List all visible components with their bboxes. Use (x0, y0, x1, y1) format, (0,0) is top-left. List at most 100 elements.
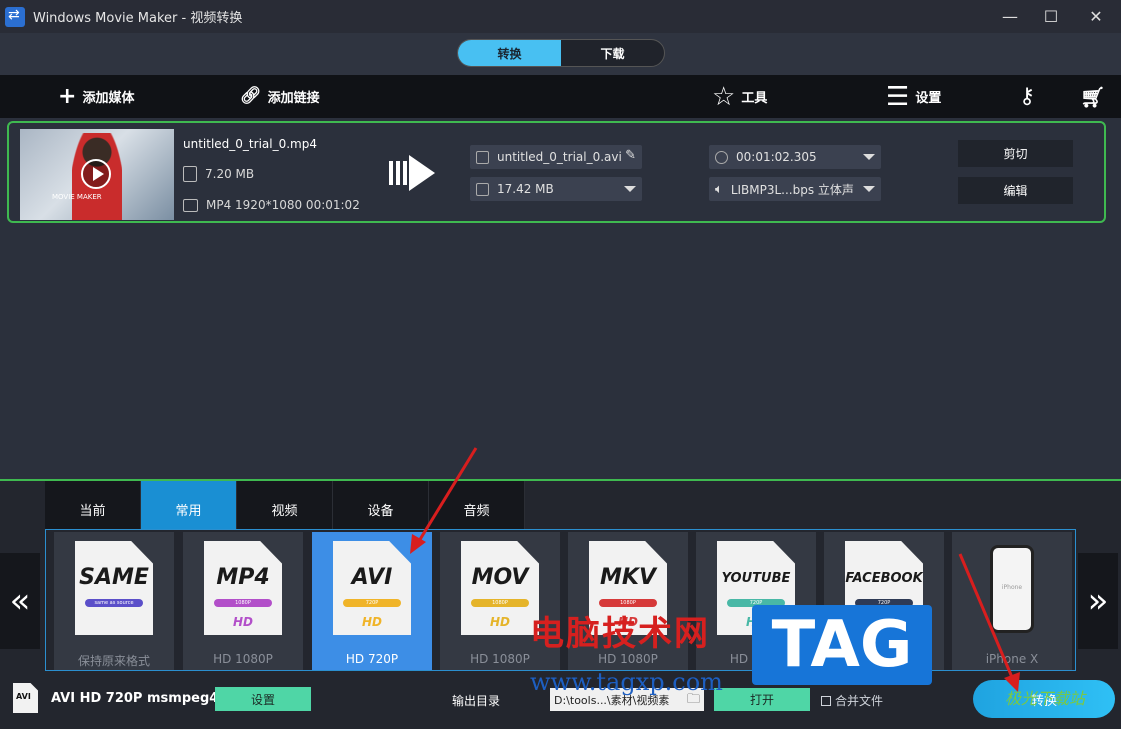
format-file-icon: AVI (13, 683, 38, 713)
settings-button[interactable]: ☰ 设置 (886, 75, 941, 118)
add-link-label: 添加链接 (267, 91, 320, 106)
scroll-left-button[interactable]: « (0, 553, 40, 649)
format-badge: 1080P (214, 599, 272, 607)
format-badge-text: 1080P (235, 600, 251, 606)
settings-label: 设置 (915, 91, 942, 106)
tools-button[interactable]: ☆ 工具 (712, 75, 767, 118)
source-info: MP4 1920*1080 00:01:02 (183, 198, 360, 212)
format-settings-button[interactable]: 设置 (215, 687, 311, 711)
format-name: SAME (79, 565, 149, 590)
format-badge: 720P (343, 599, 401, 607)
minimize-button[interactable]: — (987, 0, 1033, 33)
source-info-value: MP4 1920*1080 00:01:02 (206, 198, 360, 212)
merge-files-checkbox[interactable]: 合并文件 (821, 692, 883, 709)
scroll-right-button[interactable]: » (1078, 553, 1118, 649)
format-badge-text: same as source (94, 600, 134, 606)
format-badge: 1080P (471, 599, 529, 607)
audio-dropdown[interactable]: 🔈︎ LIBMP3L...bps 立体声 (709, 177, 881, 201)
tab-download[interactable]: 下载 (561, 40, 664, 66)
format-label: HD 1080P (213, 652, 273, 666)
format-label: 保持原来格式 (77, 654, 150, 668)
pencil-icon[interactable]: ✎ (625, 148, 636, 163)
format-name: AVI (351, 565, 393, 590)
chevron-down-icon (624, 186, 636, 192)
format-badge-text: 720P (365, 600, 379, 606)
format-name: MOV (471, 565, 529, 590)
clock-icon (715, 150, 728, 164)
output-dir-label: 输出目录 (452, 694, 501, 708)
tab-current[interactable]: 当前 (45, 481, 141, 529)
output-size-dropdown[interactable]: 17.42 MB (470, 177, 642, 201)
window-title: Windows Movie Maker - 视频转换 (33, 11, 243, 26)
film-icon (183, 198, 198, 212)
maximize-button[interactable]: ☐ (1028, 0, 1074, 33)
duration-value: 00:01:02.305 (736, 150, 817, 164)
cart-icon: 🛒︎ (1080, 84, 1106, 109)
title-bar: Windows Movie Maker - 视频转换 — ☐ ✕ (0, 0, 1121, 33)
cart-button[interactable]: 🛒︎ (1080, 75, 1111, 118)
format-hd-label: HD (489, 615, 510, 629)
add-link-button[interactable]: 🔗︎ 添加链接 (240, 75, 320, 118)
iphone-text: iPhone (1001, 584, 1023, 591)
open-folder-button[interactable]: 打开 (714, 688, 810, 711)
format-label: HD 720P (345, 652, 399, 666)
add-media-button[interactable]: + 添加媒体 (58, 75, 134, 118)
tab-device[interactable]: 设备 (333, 481, 429, 529)
format-name: YOUTUBE (721, 571, 791, 586)
format-badge: same as source (85, 599, 143, 607)
tab-convert[interactable]: 转换 (458, 40, 561, 66)
watermark-url: www.tagxp.com (530, 668, 723, 696)
speaker-icon: 🔈︎ (715, 181, 723, 197)
source-size: 7.20 MB (183, 166, 254, 182)
format-file-icon: MOV 1080P HD (461, 541, 539, 635)
checkbox-icon[interactable] (821, 695, 831, 706)
link-icon: 🔗︎ (240, 86, 262, 106)
play-icon[interactable] (81, 159, 111, 189)
format-tile[interactable]: iPhone iPhone X (952, 532, 1072, 670)
source-filename: untitled_0_trial_0.mp4 (183, 137, 317, 151)
format-icon-text: AVI (16, 692, 31, 701)
close-button[interactable]: ✕ (1073, 0, 1119, 33)
file-icon (183, 166, 197, 182)
thumbnail-caption: MOVIE MAKER (52, 193, 102, 201)
format-name: MKV (600, 565, 656, 590)
key-icon: ⚷ (1019, 83, 1036, 109)
tab-common[interactable]: 常用 (141, 481, 237, 529)
format-tile[interactable]: SAME same as source 保持原来格式 (54, 532, 174, 670)
toolbar: + 添加媒体 🔗︎ 添加链接 ☆ 工具 ☰ 设置 ⚷ 🛒︎ (0, 75, 1121, 118)
format-tile[interactable]: MP4 1080P HD HD 1080P (183, 532, 303, 670)
film-icon (476, 150, 489, 164)
file-item[interactable]: MOVIE MAKER untitled_0_trial_0.mp4 7.20 … (7, 121, 1106, 223)
output-filename-field[interactable]: untitled_0_trial_0.avi ✎ (470, 145, 642, 169)
star-icon: ☆ (712, 81, 736, 112)
duration-dropdown[interactable]: 00:01:02.305 (709, 145, 881, 169)
video-thumbnail[interactable]: MOVIE MAKER (20, 129, 174, 220)
format-name: MP4 (216, 565, 270, 590)
source-size-value: 7.20 MB (205, 167, 255, 181)
chevron-down-icon (863, 154, 875, 160)
file-list-area: MOVIE MAKER untitled_0_trial_0.mp4 7.20 … (0, 118, 1121, 479)
output-filename: untitled_0_trial_0.avi (497, 150, 622, 164)
mode-bar: 转换 下载 (0, 33, 1121, 75)
file-icon (476, 182, 489, 196)
tab-video[interactable]: 视频 (237, 481, 333, 529)
watermark-tag-logo: TAG (752, 605, 932, 685)
tab-audio[interactable]: 音频 (429, 481, 525, 529)
format-label: iPhone X (985, 652, 1039, 666)
category-tabs: 当前 常用 视频 设备 音频 (45, 481, 525, 529)
app-logo-icon (5, 6, 25, 27)
mode-switch: 转换 下载 (457, 39, 665, 67)
format-file-icon: MP4 1080P HD (204, 541, 282, 635)
watermark-text: 电脑技术网 (530, 614, 710, 654)
key-button[interactable]: ⚷ (1019, 75, 1041, 118)
audio-value: LIBMP3L...bps 立体声 (730, 182, 854, 197)
iphone-icon: iPhone (990, 545, 1034, 633)
cut-button[interactable]: 剪切 (958, 140, 1073, 167)
selected-format-title: AVI HD 720P msmpeg4 (51, 691, 219, 706)
hamburger-icon: ☰ (886, 81, 910, 112)
add-media-label: 添加媒体 (82, 91, 135, 106)
format-tile[interactable]: AVI 720P HD HD 720P (312, 532, 432, 670)
plus-icon: + (58, 83, 77, 109)
format-file-icon: AVI 720P HD (333, 541, 411, 635)
edit-button[interactable]: 编辑 (958, 177, 1073, 204)
